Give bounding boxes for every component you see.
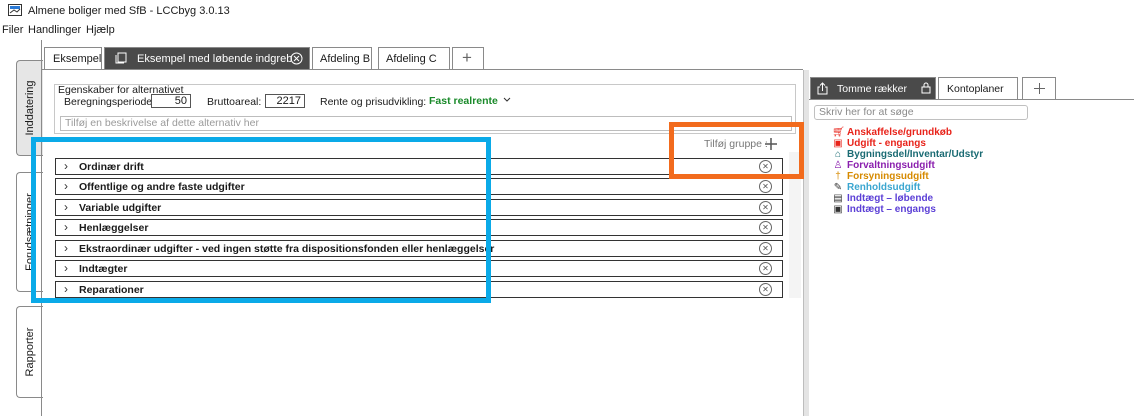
side-tab-label: Rapporter: [24, 327, 36, 377]
area-input[interactable]: 2217: [265, 94, 305, 108]
tab-label: Afdeling B: [320, 53, 371, 65]
period-input[interactable]: 50: [151, 94, 191, 108]
tab-afdeling-c[interactable]: Afdeling C: [378, 47, 450, 69]
box-icon: ▣: [833, 138, 843, 149]
house-icon: ⌂: [834, 149, 842, 160]
app-icon: [8, 4, 22, 16]
remove-group-icon[interactable]: ✕: [759, 201, 772, 214]
account-item[interactable]: ▣ Udgift - engangs: [832, 138, 926, 149]
account-label: Anskaffelse/grundkøb: [847, 127, 953, 138]
tab-eksempel[interactable]: Eksempel: [44, 47, 102, 69]
plus-icon: +: [462, 48, 472, 67]
copy-icon: [115, 52, 127, 64]
rate-dropdown[interactable]: Fast realrente: [425, 93, 515, 108]
tab-afdeling-b[interactable]: Afdeling B: [312, 47, 372, 69]
cart-icon: 🛒︎: [832, 127, 845, 138]
chevron-down-icon: [503, 97, 511, 102]
account-label: Forsyningsudgift: [847, 171, 929, 182]
account-item[interactable]: 🛒︎ Anskaffelse/grundkøb: [832, 127, 952, 138]
remove-group-icon[interactable]: ✕: [759, 242, 772, 255]
account-label: Forvaltningsudgift: [847, 160, 935, 171]
cash-icon: ▤: [833, 193, 843, 204]
side-tab-rapporter[interactable]: Rapporter: [16, 306, 43, 398]
menu-hjaelp[interactable]: Hjælp: [86, 24, 115, 36]
share-icon: [817, 82, 828, 95]
account-item[interactable]: † Forsyningsudgift: [832, 171, 929, 182]
tab-kontoplaner[interactable]: Kontoplaner: [938, 77, 1018, 99]
orange-highlight-box: [669, 122, 804, 179]
window-title: Almene boliger med SfB - LCCbyg 3.0.13: [28, 5, 230, 17]
remove-group-icon[interactable]: ✕: [759, 180, 772, 193]
lock-icon: [921, 82, 931, 94]
account-item[interactable]: ▤ Indtægt – løbende: [832, 193, 933, 204]
remove-group-icon[interactable]: ✕: [759, 283, 772, 296]
tab-tomme-raekker[interactable]: Tomme rækker: [810, 77, 936, 99]
close-tab-icon[interactable]: [290, 52, 303, 65]
period-label: Beregningsperiode:: [64, 96, 156, 108]
right-panel: [809, 70, 1134, 416]
rate-label: Rente og prisudvikling:: [320, 96, 427, 108]
account-label: Indtægt – løbende: [847, 193, 934, 204]
plus-icon: [1034, 83, 1045, 94]
tab-underline: [809, 99, 1134, 100]
account-label: Bygningsdel/Inventar/Udstyr: [847, 149, 984, 160]
blue-highlight-box: [31, 137, 491, 303]
account-item[interactable]: ▣ Indtægt – engangs: [832, 204, 936, 215]
tab-label: Eksempel med løbende indgreb: [137, 53, 293, 65]
account-label: Indtægt – engangs: [847, 204, 936, 215]
add-tab-button[interactable]: +: [452, 47, 484, 69]
account-label: Udgift - engangs: [847, 138, 926, 149]
search-input[interactable]: Skriv her for at søge: [814, 105, 1028, 120]
box-icon: ▣: [833, 204, 843, 215]
account-label: Renholdsudgift: [847, 182, 921, 193]
remove-group-icon[interactable]: ✕: [759, 262, 772, 275]
account-item[interactable]: ♙ Forvaltningsudgift: [832, 160, 935, 171]
add-right-tab-button[interactable]: [1022, 77, 1056, 99]
tab-label: Tomme rækker: [837, 83, 908, 95]
area-label: Bruttoareal:: [207, 96, 262, 108]
tab-eksempel-loebende[interactable]: Eksempel med løbende indgreb: [104, 47, 310, 69]
account-item[interactable]: ⌂ Bygningsdel/Inventar/Udstyr: [832, 149, 983, 160]
tab-label: Afdeling C: [386, 53, 437, 65]
person-icon: ♙: [833, 160, 843, 171]
menu-filer[interactable]: Filer: [2, 24, 23, 36]
tab-label: Kontoplaner: [947, 83, 1004, 95]
menu-handlinger[interactable]: Handlinger: [28, 24, 81, 36]
broom-icon: ✎: [833, 182, 843, 193]
account-item[interactable]: ✎ Renholdsudgift: [832, 182, 921, 193]
rate-value: Fast realrente: [429, 95, 498, 107]
tab-label: Eksempel: [53, 53, 102, 65]
remove-group-icon[interactable]: ✕: [759, 221, 772, 234]
side-tab-label: Inddatering: [24, 80, 36, 136]
torch-icon: †: [835, 171, 841, 182]
tab-underline: [42, 69, 803, 70]
